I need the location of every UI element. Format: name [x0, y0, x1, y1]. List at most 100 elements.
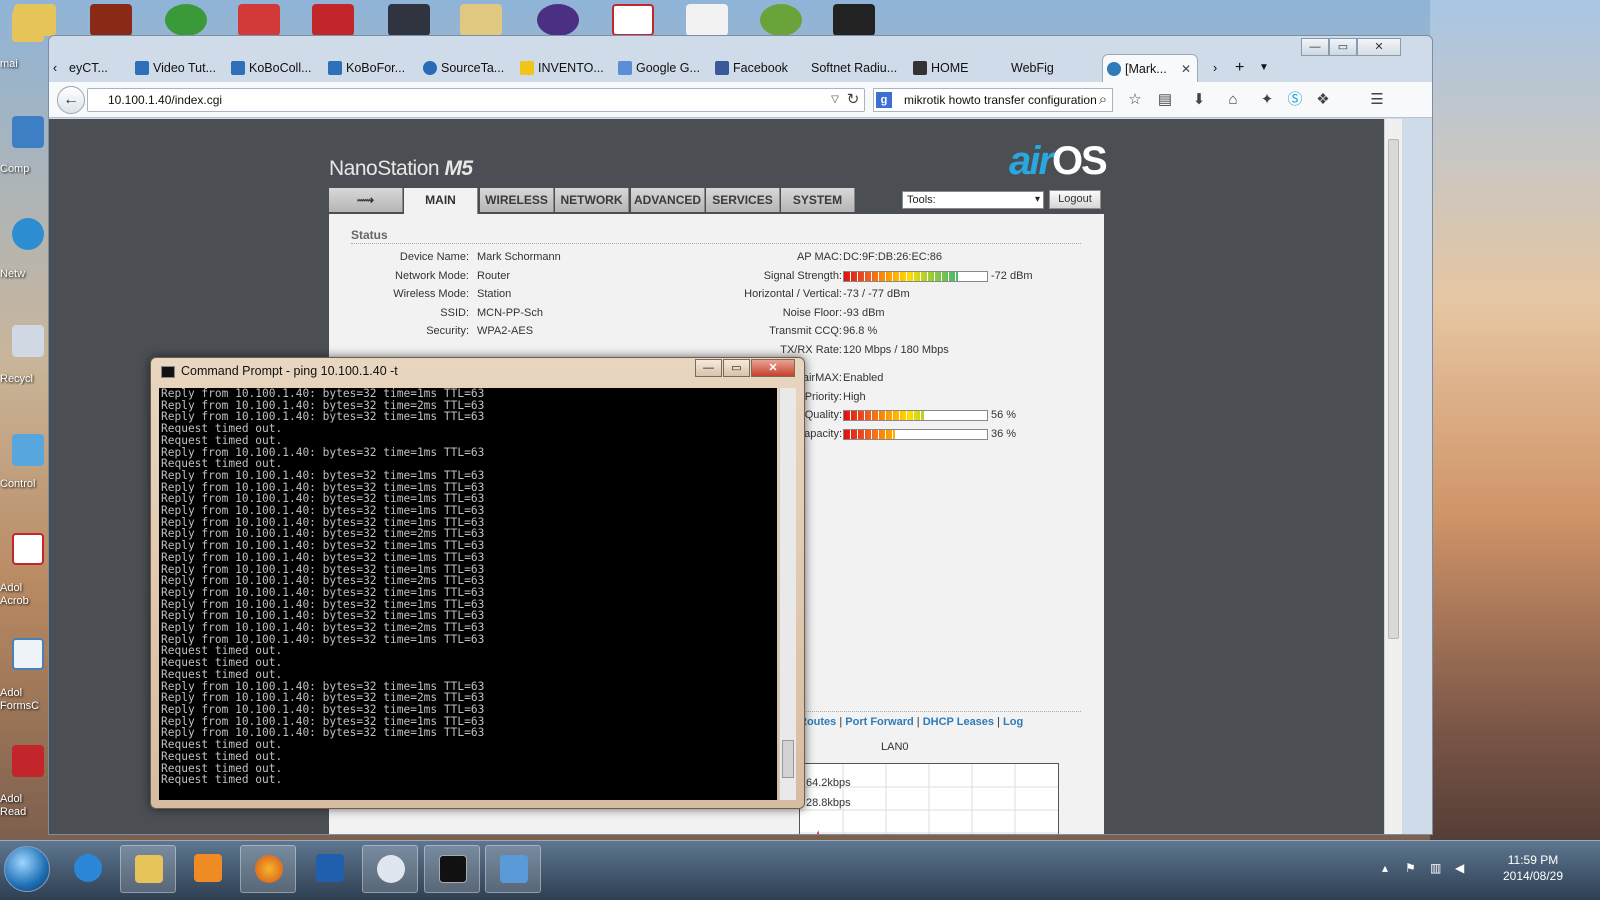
browser-tab[interactable]: SourceTa...: [419, 54, 519, 82]
browser-tab[interactable]: Google G...: [614, 54, 714, 82]
start-button[interactable]: [4, 846, 50, 892]
taskbar-ie[interactable]: [60, 845, 116, 893]
cmd-icon: [161, 366, 175, 378]
page-icon: [618, 61, 632, 75]
tab-services[interactable]: SERVICES: [706, 188, 780, 212]
folder-icon[interactable]: [12, 10, 44, 42]
browser-tab[interactable]: INVENTO...: [516, 54, 616, 82]
tab-label: Softnet Radiu...: [811, 61, 898, 75]
rss-icon: [1107, 62, 1121, 76]
port-forward-link[interactable]: Port Forward: [845, 716, 913, 728]
bookmark-star-icon[interactable]: ☆: [1125, 90, 1145, 110]
app-icon[interactable]: [165, 4, 207, 36]
app-icon[interactable]: [90, 4, 132, 36]
dropdown-icon[interactable]: ▽: [825, 90, 845, 110]
network-icon[interactable]: [12, 218, 44, 250]
folder-icon[interactable]: [460, 4, 502, 36]
graph-tx-label: 28.8kbps: [806, 797, 851, 809]
taskbar-firefox[interactable]: [240, 845, 296, 893]
bookmarks-icon[interactable]: ▤: [1155, 90, 1175, 110]
tab-scroll-left[interactable]: ‹: [53, 54, 67, 82]
page-icon: [913, 61, 927, 75]
formscentral-icon[interactable]: [12, 638, 44, 670]
txrx-rate-value: 120 Mbps / 180 Mbps: [843, 344, 949, 356]
control-panel-icon[interactable]: [12, 434, 44, 466]
action-center-icon[interactable]: ⚑: [1405, 861, 1419, 875]
tab-label: WebFig: [1011, 61, 1054, 75]
search-icon[interactable]: ⌕: [1093, 90, 1113, 110]
cmd-close-button[interactable]: ✕: [751, 359, 795, 377]
taskbar-remote-desktop[interactable]: [485, 845, 541, 893]
log-link[interactable]: Log: [1003, 716, 1023, 728]
close-tab-icon[interactable]: ✕: [1181, 55, 1191, 82]
browser-scrollbar[interactable]: [1384, 119, 1402, 834]
extension-icon[interactable]: ✦: [1257, 90, 1277, 110]
volume-icon[interactable]: ◀: [1455, 861, 1469, 875]
menu-icon[interactable]: ☰: [1367, 90, 1387, 110]
pdf-icon[interactable]: [612, 4, 654, 36]
dhcp-leases-link[interactable]: DHCP Leases: [923, 716, 994, 728]
signal-strength-label: Signal Strength:: [763, 270, 842, 282]
scrollbar-thumb[interactable]: [782, 740, 794, 778]
url-input[interactable]: 10.100.1.40/index.cgi: [87, 88, 865, 112]
search-input[interactable]: mikrotik howto transfer configuration: [873, 88, 1113, 112]
clock[interactable]: 11:59 PM 2014/08/29: [1493, 852, 1573, 884]
extension-icon[interactable]: ❖: [1313, 90, 1333, 110]
scrollbar-thumb[interactable]: [1388, 139, 1399, 639]
tab-scroll-right[interactable]: ›: [1213, 54, 1227, 82]
cmd-scrollbar[interactable]: [779, 388, 796, 800]
brand-model: M5: [444, 157, 473, 180]
browser-tab[interactable]: Video Tut...: [131, 54, 231, 82]
tab-main[interactable]: MAIN: [404, 188, 478, 214]
taskbar-app[interactable]: [362, 845, 418, 893]
document-icon[interactable]: [686, 4, 728, 36]
taskbar-media[interactable]: [180, 845, 236, 893]
taskbar-explorer[interactable]: [120, 845, 176, 893]
app-icon[interactable]: [760, 4, 802, 36]
new-tab-button[interactable]: +: [1235, 54, 1253, 82]
browser-tab[interactable]: Softnet Radiu...: [789, 54, 901, 82]
graph-title: LAN0: [881, 741, 909, 753]
cmd-maximize-button[interactable]: ▭: [723, 359, 750, 377]
network-icon[interactable]: ▥: [1430, 861, 1444, 875]
reload-icon[interactable]: ↻: [843, 90, 863, 110]
tab-system[interactable]: SYSTEM: [781, 188, 855, 212]
app-icon[interactable]: [388, 4, 430, 36]
page-icon: [328, 61, 342, 75]
cmd-output[interactable]: Reply from 10.100.1.40: bytes=32 time=1m…: [159, 388, 777, 800]
eclipse-icon[interactable]: [537, 4, 579, 36]
skype-icon[interactable]: Ⓢ: [1285, 90, 1305, 110]
tab-network[interactable]: NETWORK: [555, 188, 629, 212]
facebook-icon: [715, 61, 729, 75]
taskbar-cmd[interactable]: [424, 845, 480, 893]
app-icon[interactable]: [238, 4, 280, 36]
movie-icon[interactable]: [833, 4, 875, 36]
tab-wireless[interactable]: WIRELESS: [480, 188, 554, 212]
noise-floor-label: Noise Floor:: [782, 307, 842, 319]
tab-advanced[interactable]: ADVANCED: [631, 188, 705, 212]
ubnt-logo-icon: ⟿: [356, 193, 375, 207]
tab-list-button[interactable]: ▼: [1259, 54, 1273, 82]
tray-expand-icon[interactable]: ▴: [1382, 861, 1396, 875]
airmax-quality-value: 56 %: [991, 409, 1017, 421]
tab-ubnt-logo[interactable]: ⟿: [329, 188, 403, 212]
cmd-minimize-button[interactable]: —: [695, 359, 722, 377]
reader-icon[interactable]: [12, 745, 44, 777]
download-icon[interactable]: ⬇: [1189, 90, 1209, 110]
tools-select[interactable]: Tools:: [902, 191, 1044, 209]
browser-tab[interactable]: KoBoFor...: [324, 54, 424, 82]
network-mode-label: Network Mode:: [395, 270, 469, 282]
browser-tab-active[interactable]: [Mark... ✕: [1102, 54, 1198, 82]
desktop-top-icons: [0, 0, 1430, 38]
logout-button[interactable]: Logout: [1049, 190, 1101, 209]
browser-tab[interactable]: WebFig: [989, 54, 1089, 82]
browser-tab[interactable]: KoBoColl...: [227, 54, 327, 82]
home-icon[interactable]: ⌂: [1223, 90, 1243, 110]
acrobat-icon[interactable]: [12, 533, 44, 565]
google-icon[interactable]: g: [876, 92, 892, 108]
recycle-bin-icon[interactable]: [12, 325, 44, 357]
taskbar-outlook[interactable]: [302, 845, 358, 893]
back-button[interactable]: ←: [57, 86, 85, 114]
computer-icon[interactable]: [12, 116, 44, 148]
pdf-app-icon[interactable]: [312, 4, 354, 36]
